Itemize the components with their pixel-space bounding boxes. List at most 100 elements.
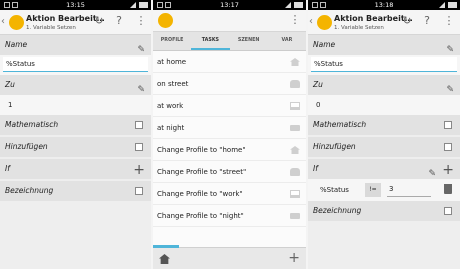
- computer-icon: [290, 102, 300, 110]
- back-icon[interactable]: ‹: [1, 16, 5, 27]
- name-value-row: %Status: [308, 55, 460, 75]
- list-item[interactable]: at night: [153, 117, 306, 139]
- math-checkbox[interactable]: [135, 121, 143, 129]
- action-bar: ‹ Aktion Bearbeit… 1. Variable Setzen ↻ …: [308, 10, 460, 35]
- list-item[interactable]: Change Profile to "work": [153, 183, 306, 205]
- action-bar: ⋮: [153, 10, 306, 32]
- zu-value-row: 0: [308, 95, 460, 115]
- computer-icon: [290, 190, 300, 198]
- battery-icon: [294, 2, 303, 8]
- zu-input[interactable]: 0: [313, 101, 320, 109]
- overflow-menu-icon[interactable]: ⋮: [442, 14, 456, 27]
- name-input[interactable]: %Status: [311, 57, 457, 72]
- condition-row: %Status != 3: [308, 179, 460, 201]
- app-logo[interactable]: [158, 13, 173, 28]
- zu-header: Zu ✎: [308, 75, 460, 95]
- zu-header: Zu ✎: [0, 75, 151, 95]
- bed-icon: [290, 125, 300, 131]
- task-label: Change Profile to "work": [157, 190, 243, 198]
- name-input[interactable]: %Status: [3, 57, 148, 72]
- undo-icon[interactable]: ↻: [92, 14, 106, 27]
- overflow-menu-icon[interactable]: ⋮: [134, 14, 148, 27]
- zu-input[interactable]: 1: [5, 101, 12, 109]
- add-checkbox[interactable]: [135, 143, 143, 151]
- house-icon: [290, 58, 300, 66]
- add-label: Hinzufügen: [5, 142, 48, 151]
- signal-icon: [130, 2, 136, 8]
- task-label: Change Profile to "street": [157, 168, 247, 176]
- help-icon[interactable]: ?: [112, 14, 126, 27]
- bez-label: Bezeichnung: [5, 186, 54, 195]
- car-icon: [290, 168, 300, 176]
- back-icon[interactable]: ‹: [309, 16, 313, 27]
- status-time: 13:15: [66, 1, 85, 9]
- trash-icon[interactable]: [444, 184, 452, 194]
- condition-operator[interactable]: !=: [365, 183, 381, 197]
- list-item[interactable]: Change Profile to "night": [153, 205, 306, 227]
- house-icon: [290, 146, 300, 154]
- add-row: Hinzufügen: [0, 137, 151, 157]
- list-item[interactable]: at home: [153, 51, 306, 73]
- condition-value[interactable]: 3: [387, 183, 431, 197]
- list-item[interactable]: Change Profile to "street": [153, 161, 306, 183]
- name-value-row: %Status: [0, 55, 151, 75]
- name-label: Name: [313, 40, 336, 49]
- name-label: Name: [5, 40, 28, 49]
- name-header: Name ✎: [0, 35, 151, 55]
- app-logo[interactable]: [317, 15, 332, 30]
- status-time: 13:17: [220, 1, 239, 9]
- math-checkbox[interactable]: [444, 121, 452, 129]
- tab-bar: PROFILE TASKS SZENEN VAR: [153, 32, 306, 51]
- bez-checkbox[interactable]: [135, 187, 143, 195]
- add-checkbox[interactable]: [444, 143, 452, 151]
- battery-icon: [448, 2, 457, 8]
- if-row: If ✎ +: [308, 159, 460, 179]
- signal-icon: [439, 2, 445, 8]
- selection-indicator: [153, 245, 179, 248]
- undo-icon[interactable]: ↻: [400, 14, 414, 27]
- screen-subtitle: 1. Variable Setzen: [334, 25, 384, 31]
- car-icon: [290, 80, 300, 88]
- list-item[interactable]: at work: [153, 95, 306, 117]
- math-label: Mathematisch: [313, 120, 367, 129]
- task-label: Change Profile to "night": [157, 212, 244, 220]
- tab-profile[interactable]: PROFILE: [153, 32, 191, 50]
- status-time: 13:18: [374, 1, 394, 9]
- task-label: at work: [157, 102, 184, 110]
- middle-screen: 13:17 ⋮ PROFILE TASKS SZENEN VAR at home…: [153, 0, 306, 269]
- status-bar: 13:18: [308, 0, 460, 10]
- tab-szenen[interactable]: SZENEN: [230, 32, 268, 50]
- task-label: on street: [157, 80, 189, 88]
- status-bar: 13:15: [0, 0, 151, 10]
- overflow-menu-icon[interactable]: ⋮: [288, 13, 302, 26]
- condition-variable[interactable]: %Status: [320, 186, 349, 194]
- if-row: If +: [0, 159, 151, 179]
- if-label: If: [313, 164, 318, 173]
- task-list: at home on street at work at night Chang…: [153, 51, 306, 227]
- bez-row: Bezeichnung: [0, 181, 151, 201]
- screen-subtitle: 1. Variable Setzen: [26, 25, 76, 31]
- bez-row: Bezeichnung: [308, 201, 460, 221]
- signal-icon: [285, 2, 291, 8]
- left-screen: 13:15 ‹ Aktion Bearbeit… 1. Variable Set…: [0, 0, 151, 269]
- screenshot-collage: 13:15 ‹ Aktion Bearbeit… 1. Variable Set…: [0, 0, 460, 269]
- list-item[interactable]: on street: [153, 73, 306, 95]
- zu-label: Zu: [313, 80, 323, 89]
- list-item[interactable]: Change Profile to "home": [153, 139, 306, 161]
- battery-icon: [139, 2, 148, 8]
- bez-checkbox[interactable]: [444, 207, 452, 215]
- home-icon[interactable]: [159, 254, 170, 264]
- math-label: Mathematisch: [5, 120, 59, 129]
- tab-tasks[interactable]: TASKS: [191, 32, 230, 50]
- plus-icon[interactable]: +: [133, 160, 145, 180]
- add-row: Hinzufügen: [308, 137, 460, 157]
- add-task-icon[interactable]: +: [288, 250, 300, 266]
- zu-value-row: 1: [0, 95, 151, 115]
- app-logo[interactable]: [9, 15, 24, 30]
- plus-icon[interactable]: +: [442, 160, 454, 180]
- status-bar: 13:17: [153, 0, 306, 10]
- tab-var[interactable]: VAR: [268, 32, 306, 50]
- help-icon[interactable]: ?: [420, 14, 434, 27]
- add-label: Hinzufügen: [313, 142, 356, 151]
- bottom-bar: +: [153, 245, 306, 269]
